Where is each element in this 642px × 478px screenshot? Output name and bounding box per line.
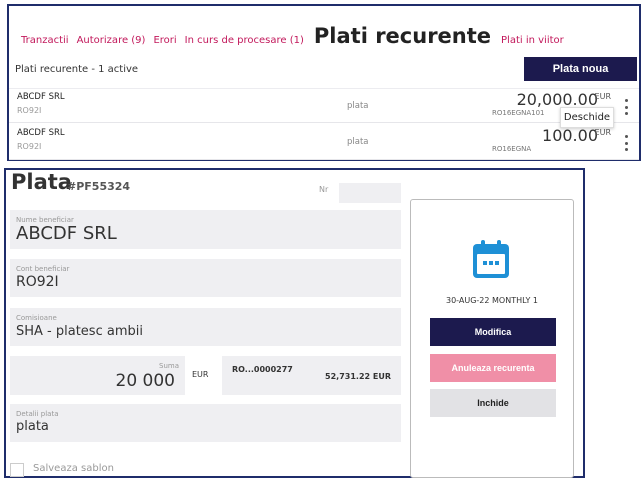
- payment-details-field[interactable]: Detalii plata plata: [10, 404, 401, 442]
- list-item[interactable]: ABCDF SRL RO92I plata 20,000.00 EUR RO16…: [9, 88, 639, 123]
- kebab-menu-icon[interactable]: [622, 135, 630, 151]
- source-account-balance: 52,731.22 EUR: [325, 372, 391, 381]
- commission-field[interactable]: Comisioane SHA - platesc ambii: [10, 308, 401, 346]
- row-beneficiary-iban: RO92I: [17, 106, 42, 115]
- tab-tranzactii[interactable]: Tranzactii: [21, 35, 69, 46]
- amount-field[interactable]: Suma 20 000: [10, 356, 185, 395]
- payment-code: #PF55324: [67, 180, 131, 193]
- row-currency: EUR: [594, 128, 611, 137]
- recurrence-card: 30-AUG-22 MONTHLY 1 Modifica Anuleaza re…: [410, 199, 574, 478]
- calendar-icon: [473, 240, 509, 278]
- field-value: RO92I: [16, 274, 59, 290]
- beneficiary-account-field[interactable]: Cont beneficiar RO92I: [10, 259, 401, 297]
- source-account-code: RO...0000277: [232, 365, 293, 374]
- payment-detail-panel: Plata #PF55324 Nr Nume beneficiar ABCDF …: [4, 168, 585, 478]
- list-item[interactable]: ABCDF SRL RO92I plata 100.00 EUR RO16EGN…: [9, 125, 639, 160]
- row-beneficiary-iban: RO92I: [17, 142, 42, 151]
- row-source-account: RO16EGNA: [492, 145, 532, 153]
- close-button[interactable]: Inchide: [430, 389, 556, 417]
- page-title: Plata: [11, 170, 72, 194]
- field-value: SHA - platesc ambii: [16, 324, 143, 339]
- new-payment-button[interactable]: Plata noua: [524, 57, 637, 81]
- open-menu-item[interactable]: Deschide: [560, 107, 614, 128]
- field-label: Cont beneficiar: [16, 265, 70, 273]
- field-label: Detalii plata: [16, 410, 59, 418]
- kebab-menu-icon[interactable]: [622, 99, 630, 115]
- recurring-payments-panel: Tranzactii Autorizare (9) Erori In curs …: [7, 4, 641, 161]
- row-detail: plata: [347, 137, 369, 147]
- tab-plati-viitor[interactable]: Plati in viitor: [501, 35, 564, 46]
- row-currency: EUR: [594, 92, 611, 101]
- tab-erori[interactable]: Erori: [153, 35, 176, 46]
- tab-plati-recurente[interactable]: Plati recurente: [314, 24, 491, 48]
- save-template-label: Salveaza sablon: [33, 463, 114, 474]
- currency-label: EUR: [192, 370, 209, 379]
- field-label: Suma: [159, 362, 179, 370]
- schedule-text: 30-AUG-22 MONTHLY 1: [445, 296, 539, 305]
- row-source-account: RO16EGNA101: [492, 109, 545, 117]
- field-value: ABCDF SRL: [16, 223, 117, 244]
- row-beneficiary-name: ABCDF SRL: [17, 128, 65, 138]
- field-label: Comisioane: [16, 314, 57, 322]
- tab-autorizare[interactable]: Autorizare (9): [77, 35, 146, 46]
- source-account-select[interactable]: RO...0000277 52,731.22 EUR: [222, 356, 401, 395]
- tab-in-curs[interactable]: In curs de procesare (1): [185, 35, 304, 46]
- field-value: plata: [16, 419, 49, 434]
- modify-button[interactable]: Modifica: [430, 318, 556, 346]
- row-detail: plata: [347, 101, 369, 111]
- cancel-recurrence-button[interactable]: Anuleaza recurenta: [430, 354, 556, 382]
- row-beneficiary-name: ABCDF SRL: [17, 92, 65, 102]
- nr-field[interactable]: [339, 183, 401, 203]
- nr-label: Nr: [319, 185, 329, 194]
- beneficiary-name-field[interactable]: Nume beneficiar ABCDF SRL: [10, 210, 401, 249]
- row-amount: 100.00: [542, 126, 598, 145]
- tab-bar: Tranzactii Autorizare (9) Erori In curs …: [21, 24, 564, 54]
- list-subtitle: Plati recurente - 1 active: [15, 64, 139, 75]
- field-value: 20 000: [115, 371, 175, 391]
